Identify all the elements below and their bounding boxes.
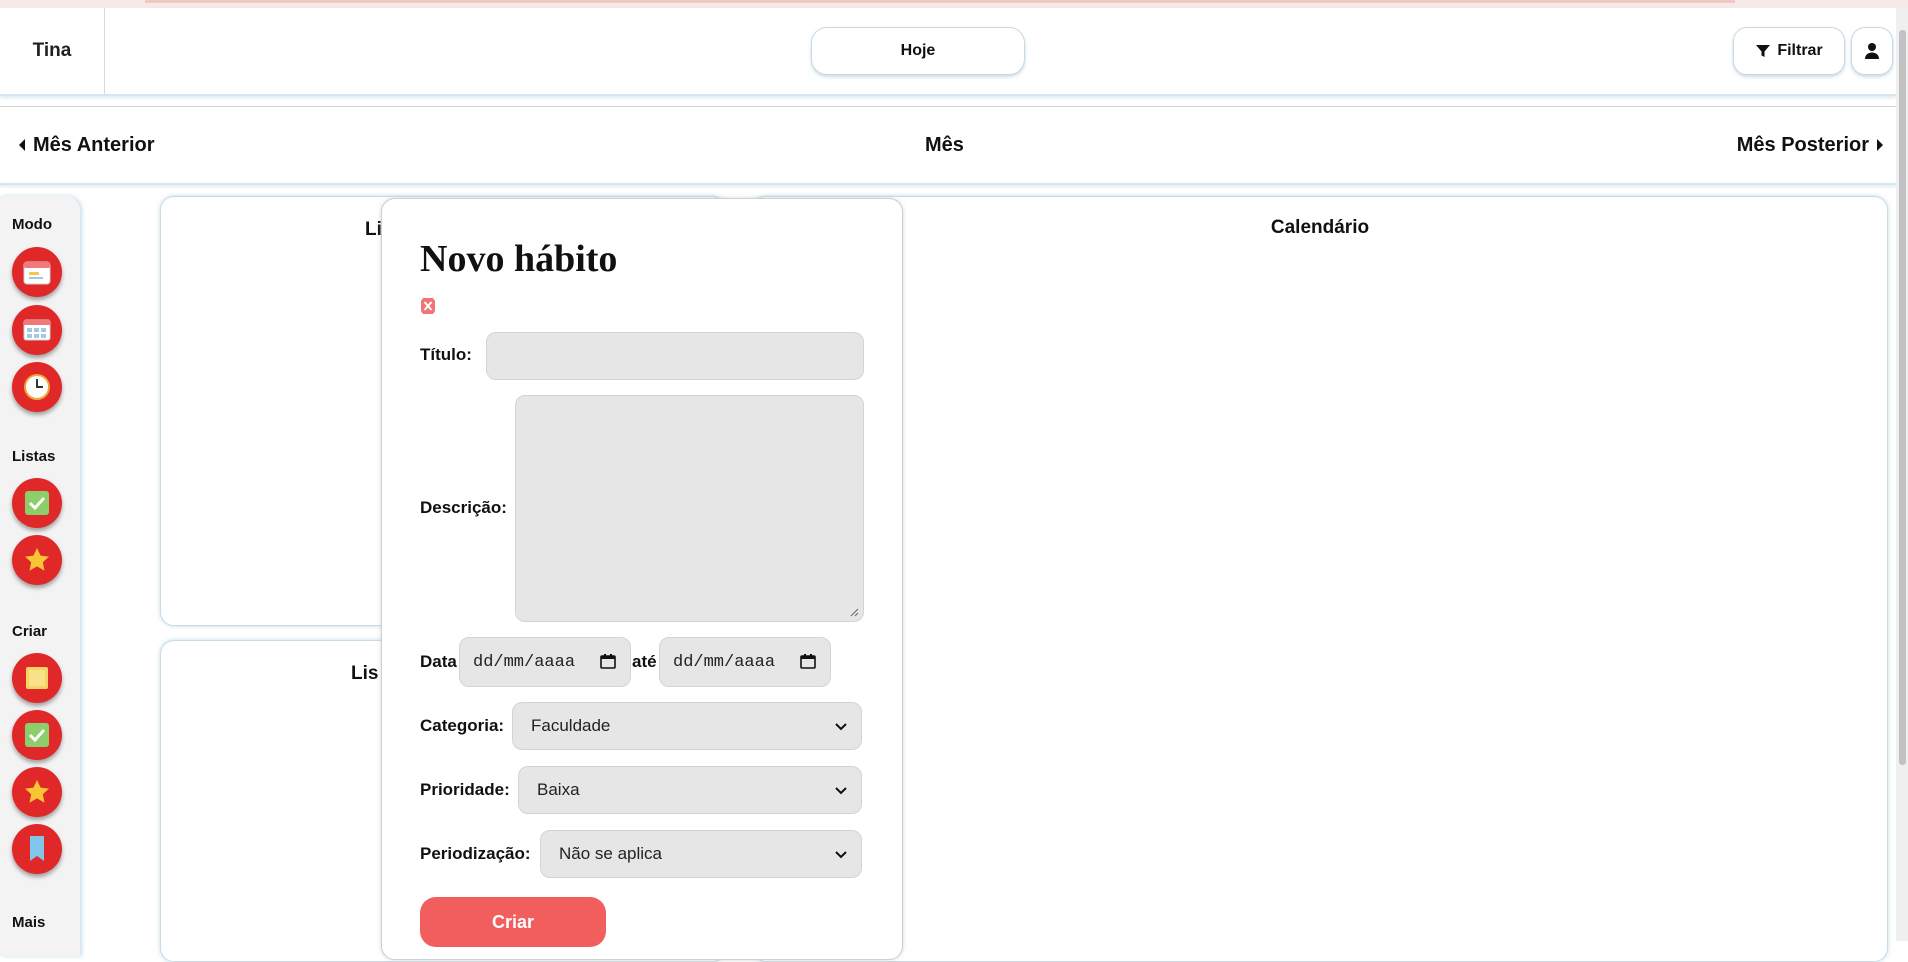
chevron-down-icon — [835, 787, 847, 795]
star-icon — [25, 780, 49, 803]
calendar-day-icon — [23, 261, 51, 285]
description-textarea[interactable] — [515, 395, 864, 622]
create-note-button[interactable] — [12, 653, 62, 703]
mode-month-button[interactable] — [12, 305, 62, 355]
clock-icon — [24, 374, 50, 400]
month-navigation: Mês Anterior Mês Mês Posterior — [0, 106, 1896, 185]
sidebar-section-create: Criar — [12, 623, 48, 640]
mode-day-button[interactable] — [12, 247, 62, 297]
filter-button[interactable]: Filtrar — [1733, 27, 1845, 75]
chevron-down-icon — [835, 723, 847, 731]
end-date-input[interactable]: dd/mm/aaaa — [659, 637, 831, 687]
category-select[interactable]: Faculdade — [512, 702, 862, 750]
create-task-button[interactable] — [12, 710, 62, 760]
priority-select[interactable]: Baixa — [518, 766, 862, 814]
date-label: Data — [420, 652, 457, 671]
periodization-selected-value: Não se aplica — [559, 844, 663, 863]
mode-time-button[interactable] — [12, 362, 62, 412]
create-habit-button[interactable] — [12, 767, 62, 817]
periodization-select[interactable]: Não se aplica — [540, 830, 862, 878]
caret-right-icon — [1877, 139, 1883, 151]
calendar-panel-title: Calendário — [1270, 217, 1370, 238]
checkmark-icon — [25, 723, 49, 747]
previous-month-label: Mês Anterior — [33, 133, 155, 156]
create-event-button[interactable] — [12, 824, 62, 874]
lists-favorites-button[interactable] — [12, 535, 62, 585]
list-panel-bottom-title: Lis — [351, 663, 379, 684]
start-date-input[interactable]: dd/mm/aaaa — [459, 637, 631, 687]
scrollbar-thumb[interactable] — [1899, 30, 1906, 765]
browser-top-strip — [0, 0, 1908, 8]
periodization-label: Periodização: — [420, 844, 531, 863]
category-selected-value: Faculdade — [531, 716, 611, 735]
filter-button-label: Filtrar — [1777, 42, 1823, 59]
bookmark-icon — [30, 836, 44, 861]
category-label: Categoria: — [420, 716, 505, 735]
calendar-picker-icon[interactable] — [600, 653, 616, 669]
title-label: Título: — [420, 345, 472, 364]
chevron-down-icon — [835, 851, 847, 859]
user-menu-button[interactable] — [1851, 27, 1893, 75]
sidebar-section-mode: Modo — [12, 216, 52, 233]
description-label: Descrição: — [420, 498, 507, 517]
sidebar: Modo Listas Criar Mais — [0, 196, 80, 956]
app-header: Tina Hoje Filtrar — [0, 8, 1896, 96]
next-month-button[interactable]: Mês Posterior — [1737, 107, 1884, 183]
note-icon — [26, 667, 48, 689]
until-label: até — [632, 652, 657, 671]
caret-left-icon — [19, 139, 25, 151]
calendar-month-icon — [23, 319, 51, 341]
filter-icon — [1756, 45, 1771, 57]
end-date-placeholder: dd/mm/aaaa — [673, 652, 776, 672]
start-date-placeholder: dd/mm/aaaa — [473, 652, 576, 672]
sidebar-section-more: Mais — [12, 914, 46, 931]
brand-name[interactable]: Tina — [0, 8, 105, 94]
lists-tasks-button[interactable] — [12, 478, 62, 528]
previous-month-button[interactable]: Mês Anterior — [18, 107, 155, 183]
priority-selected-value: Baixa — [537, 780, 580, 799]
today-button[interactable]: Hoje — [811, 27, 1025, 75]
title-input[interactable] — [486, 332, 864, 380]
calendar-panel: Calendário — [752, 196, 1888, 962]
top-bar-highlight — [145, 0, 1735, 3]
calendar-picker-icon[interactable] — [800, 653, 816, 669]
user-icon — [1865, 43, 1879, 59]
modal-title: Novo hábito — [420, 238, 618, 280]
next-month-label: Mês Posterior — [1736, 133, 1869, 156]
new-habit-modal: Novo hábito Título: Descrição: Data dd/m… — [381, 198, 903, 960]
create-habit-submit-button[interactable]: Criar — [420, 897, 606, 947]
current-month-label: Mês — [925, 133, 964, 156]
close-icon[interactable] — [420, 297, 436, 315]
star-icon — [25, 548, 49, 571]
list-panel-top-title: Li — [365, 219, 382, 240]
sidebar-section-lists: Listas — [12, 448, 56, 465]
resize-handle-icon[interactable] — [849, 607, 859, 617]
checkmark-icon — [25, 491, 49, 515]
priority-label: Prioridade: — [420, 780, 510, 799]
